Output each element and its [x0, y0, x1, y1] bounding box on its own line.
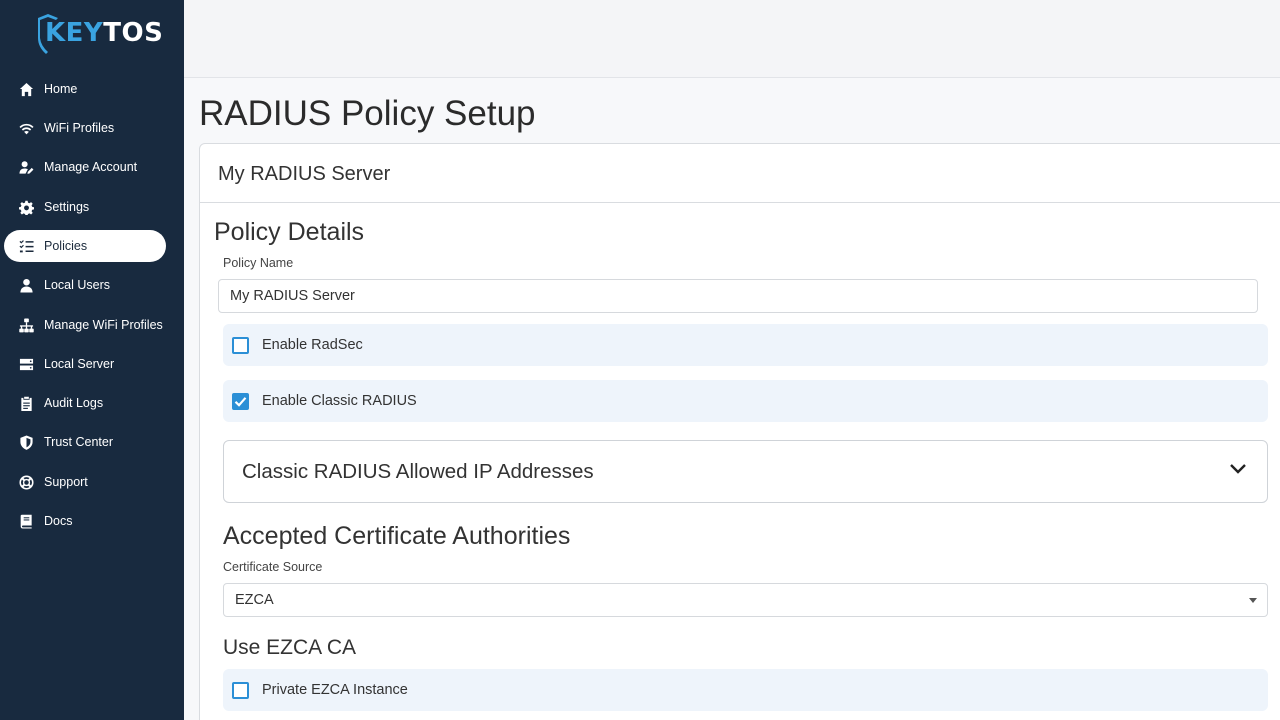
- checkmark-icon: [234, 396, 247, 407]
- dropdown-arrow-icon: [1249, 598, 1257, 603]
- certificate-source-value: EZCA: [235, 592, 274, 608]
- sidebar-item-policies[interactable]: Policies: [4, 230, 166, 262]
- enable-radsec-row[interactable]: Enable RadSec: [223, 324, 1268, 366]
- sidebar-item-support[interactable]: Support: [4, 466, 166, 498]
- sidebar-item-label: Manage Account: [44, 160, 138, 174]
- sidebar-item-docs[interactable]: Docs: [4, 505, 166, 537]
- network-icon: [18, 317, 34, 333]
- accepted-cas-heading: Accepted Certificate Authorities: [223, 522, 571, 550]
- allowed-ip-addresses-title: Classic RADIUS Allowed IP Addresses: [242, 460, 594, 483]
- policy-details-heading: Policy Details: [214, 218, 365, 246]
- policy-name-input[interactable]: My RADIUS Server: [218, 279, 1258, 313]
- sidebar-item-label: Support: [44, 475, 88, 489]
- enable-radsec-checkbox[interactable]: [232, 336, 249, 354]
- logo-key-text: KEY: [45, 18, 104, 48]
- sidebar-item-label: Trust Center: [44, 435, 114, 449]
- private-ezca-label: Private EZCA Instance: [262, 682, 408, 698]
- card-title: My RADIUS Server: [218, 163, 391, 185]
- policy-name-value: My RADIUS Server: [230, 288, 355, 304]
- certificate-source-label: Certificate Source: [223, 560, 323, 574]
- sidebar-item-label: WiFi Profiles: [44, 121, 115, 135]
- sidebar-item-label: Local Users: [44, 278, 110, 292]
- gear-icon: [18, 199, 34, 215]
- sidebar-item-label: Local Server: [44, 357, 115, 371]
- policy-card: My RADIUS Server Policy Details Policy N…: [199, 143, 1280, 720]
- sidebar-item-manage-wifi-profiles[interactable]: Manage WiFi Profiles: [4, 309, 166, 341]
- enable-classic-radius-row[interactable]: Enable Classic RADIUS: [223, 380, 1268, 422]
- certificate-source-select[interactable]: EZCA: [223, 583, 1268, 617]
- server-icon: [18, 356, 34, 372]
- enable-classic-radius-checkbox[interactable]: [232, 392, 249, 410]
- sidebar-item-audit-logs[interactable]: Audit Logs: [4, 387, 166, 419]
- book-icon: [18, 513, 34, 529]
- card-header: My RADIUS Server: [200, 144, 1280, 203]
- use-ezca-heading: Use EZCA CA: [223, 636, 357, 659]
- sidebar-item-home[interactable]: Home: [4, 73, 166, 105]
- page-title: RADIUS Policy Setup: [199, 94, 536, 133]
- list-check-icon: [18, 238, 34, 254]
- wifi-icon: [18, 120, 34, 136]
- sidebar-item-label: Docs: [44, 514, 73, 528]
- private-ezca-row[interactable]: Private EZCA Instance: [223, 669, 1268, 711]
- user-icon: [18, 277, 34, 293]
- sidebar-item-wifi-profiles[interactable]: WiFi Profiles: [4, 112, 166, 144]
- top-bar: [184, 0, 1280, 78]
- sidebar-item-local-server[interactable]: Local Server: [4, 348, 166, 380]
- lifebuoy-icon: [18, 474, 34, 490]
- policy-name-label: Policy Name: [223, 256, 294, 270]
- sidebar-item-label: Home: [44, 82, 78, 96]
- user-edit-icon: [18, 159, 34, 175]
- shield-icon: [18, 434, 34, 450]
- sidebar-item-local-users[interactable]: Local Users: [4, 269, 166, 301]
- sidebar-item-label: Settings: [44, 200, 90, 214]
- sidebar-item-trust-center[interactable]: Trust Center: [4, 426, 166, 458]
- sidebar-item-label: Manage WiFi Profiles: [44, 318, 163, 332]
- keytos-logo[interactable]: KEYTOS: [36, 12, 163, 58]
- home-icon: [18, 81, 34, 97]
- sidebar-item-label: Policies: [44, 239, 88, 253]
- sidebar-item-manage-account[interactable]: Manage Account: [4, 151, 166, 183]
- private-ezca-checkbox[interactable]: [232, 681, 249, 699]
- allowed-ip-addresses-accordion[interactable]: Classic RADIUS Allowed IP Addresses: [223, 440, 1268, 503]
- chevron-down-icon: [1230, 464, 1246, 474]
- sidebar: KEYTOS Home WiFi Profiles Manage Account…: [0, 0, 184, 720]
- enable-radsec-label: Enable RadSec: [262, 337, 363, 353]
- clipboard-icon: [18, 395, 34, 411]
- enable-classic-radius-label: Enable Classic RADIUS: [262, 393, 417, 409]
- sidebar-item-settings[interactable]: Settings: [4, 191, 166, 223]
- sidebar-item-label: Audit Logs: [44, 396, 104, 410]
- logo-tos-text: TOS: [103, 18, 164, 48]
